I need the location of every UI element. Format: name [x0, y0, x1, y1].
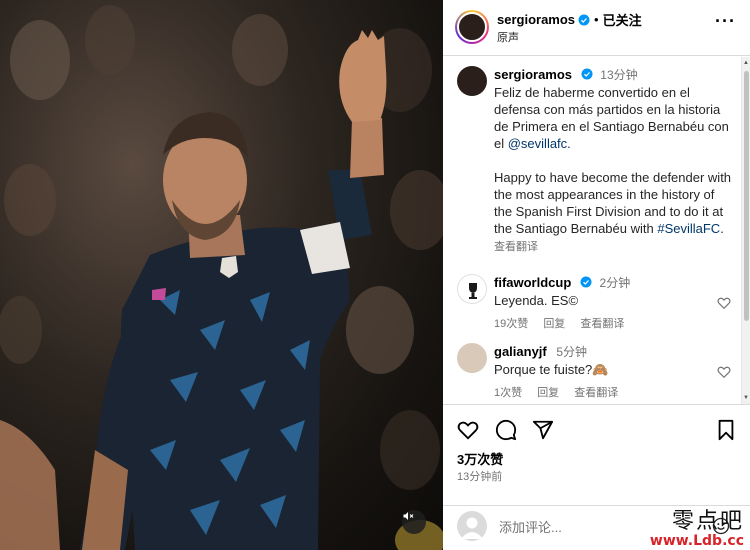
- comment-avatar[interactable]: [457, 274, 487, 304]
- save-bookmark-icon[interactable]: [715, 419, 737, 441]
- heart-icon[interactable]: [717, 296, 731, 310]
- author-username[interactable]: sergioramos: [497, 12, 575, 27]
- posted-time: 13分钟前: [457, 471, 503, 483]
- see-translation-link[interactable]: 查看翻译: [580, 318, 624, 330]
- post-photo[interactable]: [0, 0, 443, 550]
- more-horizontal-icon[interactable]: ···: [715, 12, 736, 30]
- post-header: sergioramos • 已关注 原声 ···: [443, 0, 750, 56]
- caption: sergioramos 13分钟 Feliz de haberme conver…: [443, 66, 739, 254]
- comment-text: Porque te fuiste?🙈: [494, 362, 609, 377]
- caption-username[interactable]: sergioramos: [494, 67, 572, 82]
- verified-badge-icon: [578, 14, 590, 25]
- caption-text-es: Feliz de haberme convertido en el defens…: [494, 85, 729, 151]
- reply-button[interactable]: 回复: [543, 318, 565, 330]
- see-translation-link[interactable]: 查看翻译: [494, 241, 538, 253]
- verified-badge-icon: [580, 276, 592, 288]
- comment-username[interactable]: galianyjf: [494, 344, 547, 359]
- reply-button[interactable]: 回复: [537, 387, 559, 399]
- default-user-icon: [461, 517, 483, 539]
- verified-badge-icon: [581, 68, 593, 80]
- comment-item: fifaworldcup 2分钟 Leyenda. ES© 19次赞 回复 查看…: [443, 274, 739, 331]
- comment-bubble-icon[interactable]: [495, 419, 517, 441]
- separator-dot: •: [594, 12, 599, 27]
- mute-button[interactable]: [402, 510, 426, 534]
- hashtag-link[interactable]: #SevillaFC: [657, 221, 720, 236]
- trophy-icon: [469, 283, 477, 299]
- comment-likes[interactable]: 19次赞: [494, 318, 528, 330]
- emoji-icon[interactable]: [712, 517, 730, 535]
- caption-avatar[interactable]: [457, 66, 487, 96]
- caption-text-en: Happy to have become the defender with t…: [494, 170, 732, 236]
- audio-label[interactable]: 原声: [497, 29, 519, 45]
- player-photo-illustration: [0, 5, 443, 550]
- comments-list: sergioramos 13分钟 Feliz de haberme conver…: [443, 57, 739, 404]
- comment-time: 5分钟: [556, 345, 588, 359]
- comment-time: 2分钟: [599, 276, 631, 290]
- comment-username[interactable]: fifaworldcup: [494, 275, 571, 290]
- post-sidebar: sergioramos • 已关注 原声 ··· sergioramos 13分…: [443, 0, 750, 550]
- author-avatar[interactable]: [455, 10, 489, 44]
- caption-time: 13分钟: [600, 68, 638, 82]
- speaker-muted-icon: [403, 512, 414, 520]
- mention-link[interactable]: @sevillafc: [508, 136, 567, 151]
- comment-text: Leyenda. ES©: [494, 293, 579, 308]
- scrollbar-thumb[interactable]: [744, 71, 749, 321]
- share-send-icon[interactable]: [532, 419, 554, 441]
- current-user-avatar: [457, 511, 487, 541]
- like-count[interactable]: 3万次赞: [457, 449, 503, 468]
- scroll-down-arrow-icon[interactable]: ▼: [743, 395, 749, 401]
- post-actions: 3万次赞 13分钟前: [443, 404, 750, 504]
- comments-scrollbar[interactable]: ▲ ▼: [741, 57, 750, 404]
- comment-likes[interactable]: 1次赞: [494, 387, 522, 399]
- see-translation-link[interactable]: 查看翻译: [574, 387, 618, 399]
- comment-avatar[interactable]: [457, 343, 487, 373]
- comment-item: galianyjf 5分钟 Porque te fuiste?🙈 1次赞 回复 …: [443, 343, 739, 400]
- heart-icon[interactable]: [717, 365, 731, 379]
- like-heart-icon[interactable]: [457, 419, 479, 441]
- comment-input[interactable]: 添加评论...: [499, 517, 562, 536]
- add-comment-bar: 添加评论...: [443, 505, 750, 550]
- scroll-up-arrow-icon[interactable]: ▲: [743, 60, 749, 66]
- follow-status-button[interactable]: 已关注: [603, 10, 642, 29]
